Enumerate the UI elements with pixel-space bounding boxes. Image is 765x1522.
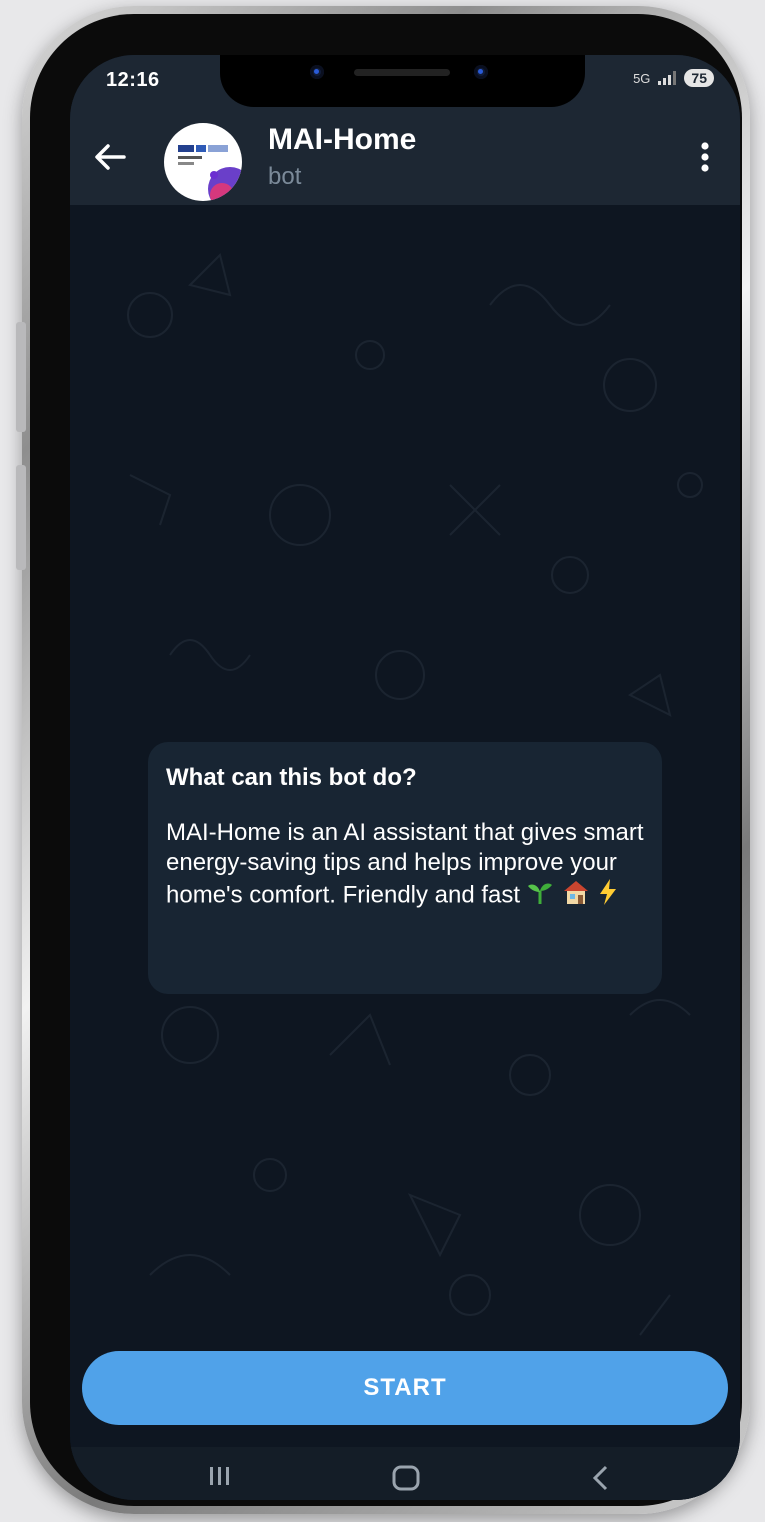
recent-apps-icon[interactable] (208, 1465, 232, 1487)
back-nav-icon[interactable] (590, 1465, 612, 1491)
system-nav-bar (70, 1447, 740, 1500)
signal-icon (658, 71, 677, 85)
notch (220, 55, 585, 107)
network-label: 5G (633, 70, 651, 86)
home-nav-icon[interactable] (392, 1465, 420, 1491)
chat-header: MAI-Home bot (70, 111, 740, 205)
chat-title[interactable]: MAI-Home (268, 123, 416, 157)
volume-up-button (16, 322, 26, 432)
front-camera-icon (310, 65, 324, 79)
seedling-icon (528, 883, 553, 904)
lightning-icon (600, 879, 617, 905)
earpiece-speaker (354, 69, 450, 76)
more-options-button[interactable] (690, 133, 720, 181)
status-icons: 5G 75 (633, 69, 714, 87)
phone-screen: 12:16 5G 75 MAI-Home bot What can this b… (70, 55, 740, 1500)
start-button[interactable]: START (82, 1351, 728, 1425)
card-heading: What can this bot do? (166, 764, 417, 791)
bot-description-card: What can this bot do? MAI-Home is an AI … (148, 742, 662, 994)
status-time: 12:16 (106, 69, 160, 91)
emoji-group (526, 878, 619, 914)
back-button[interactable] (88, 135, 132, 179)
status-bar: 12:16 5G 75 (70, 55, 740, 111)
front-sensor-icon (474, 65, 488, 79)
chat-subtitle: bot (268, 163, 302, 190)
card-body: MAI-Home is an AI assistant that gives s… (166, 818, 644, 914)
battery-indicator: 75 (684, 69, 714, 87)
arrow-left-icon (95, 144, 126, 170)
house-icon (563, 881, 588, 904)
more-vertical-icon (701, 142, 709, 172)
volume-down-button (16, 465, 26, 570)
bot-avatar[interactable] (164, 123, 242, 201)
bot-logo-icon (178, 145, 242, 201)
